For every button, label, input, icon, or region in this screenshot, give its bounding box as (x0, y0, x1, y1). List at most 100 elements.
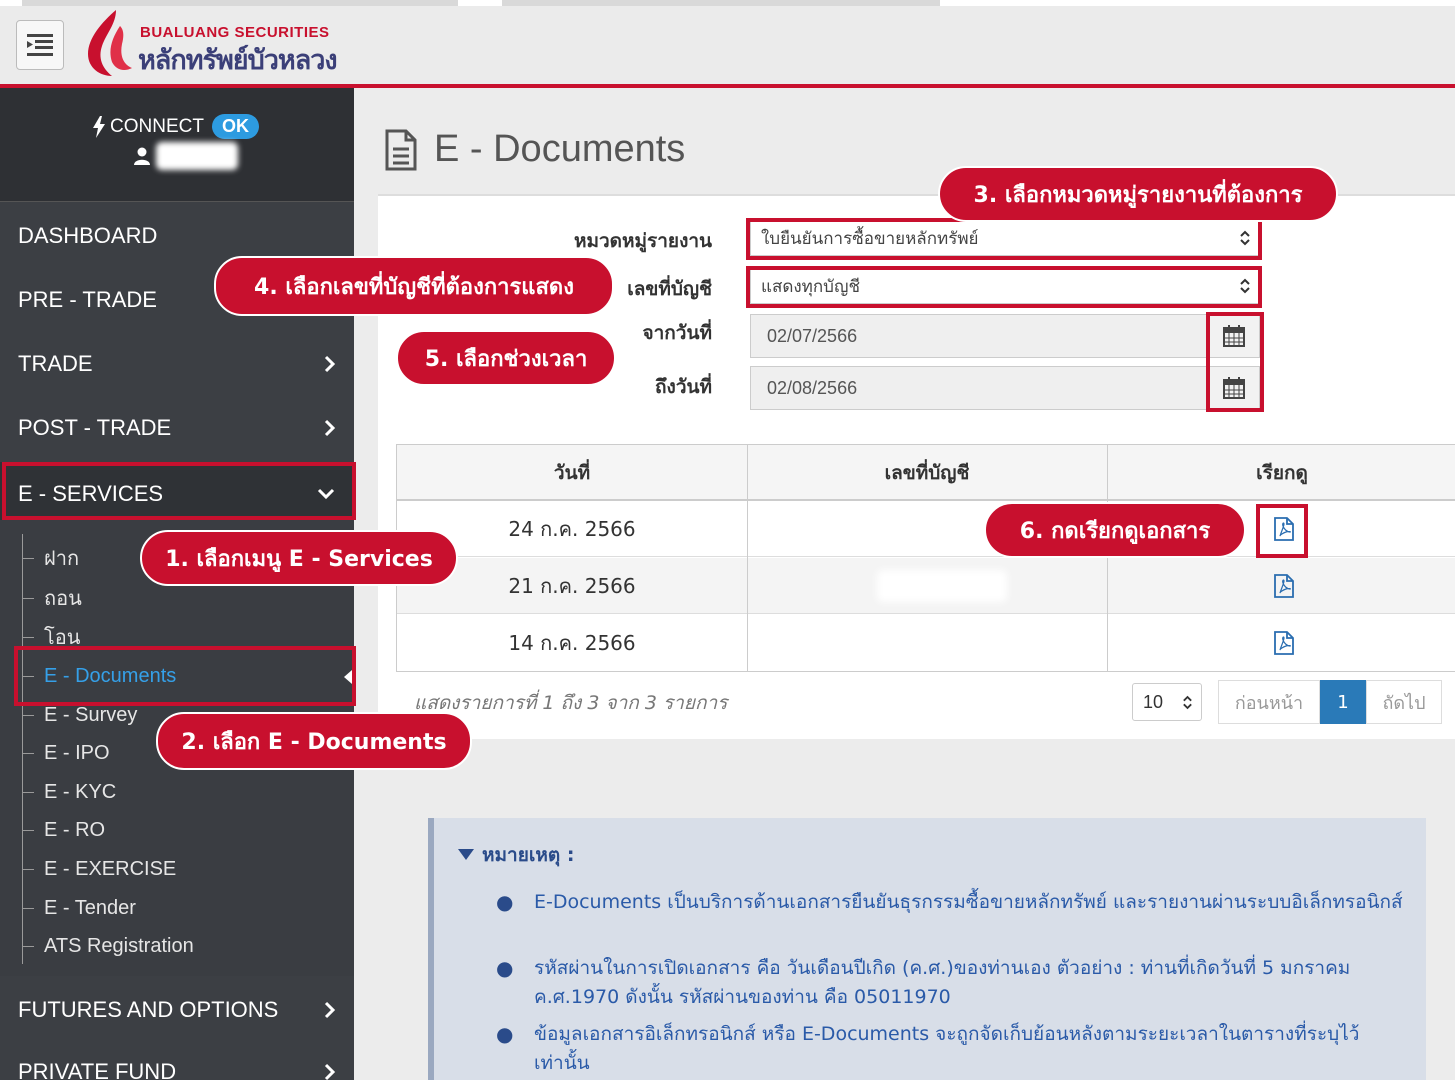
page-size-value: 10 (1143, 691, 1164, 712)
table-row: 14 ก.ค. 2566 (397, 615, 1455, 671)
submenu-withdraw[interactable]: ถอน (22, 580, 82, 616)
note-item: ● ข้อมูลเอกสารอิเล็กทรอนิกส์ หรือ E-Docu… (496, 1020, 1414, 1078)
brand-name-th: หลักทรัพย์บัวหลวง (138, 45, 338, 76)
nav-label: DASHBOARD (18, 223, 158, 248)
submenu-label: E - EXERCISE (44, 857, 177, 880)
ok-badge: OK (211, 114, 259, 139)
tree-tick (22, 945, 34, 947)
caret-down-icon (458, 849, 474, 860)
connect-label: CONNECT (110, 115, 204, 137)
account-number-redacted (877, 570, 1007, 602)
tree-tick (22, 791, 34, 793)
pdf-icon[interactable] (1273, 631, 1295, 655)
username-redacted (156, 142, 238, 170)
brand-logo[interactable]: BUALUANG SECURITIES หลักทรัพย์บัวหลวง (82, 8, 412, 80)
annotation-step-3: 3. เลือกหมวดหมู่รายงานที่ต้องการ (938, 166, 1338, 222)
user-panel: CONNECT OK (0, 88, 354, 202)
account-number-redacted (877, 627, 1007, 659)
note-text: E-Documents เป็นบริการด้านเอกสารยืนยันธุ… (534, 891, 1403, 913)
prev-page-button[interactable]: ก่อนหน้า (1218, 680, 1320, 724)
tree-tick (22, 829, 34, 831)
submenu-e-exercise[interactable]: E - EXERCISE (22, 851, 176, 887)
note-text: ข้อมูลเอกสารอิเล็กทรอนิกส์ หรือ E-Docume… (534, 1023, 1360, 1074)
header-account[interactable]: เลขที่บัญชี (747, 445, 1107, 501)
nav-label: POST - TRADE (18, 415, 172, 440)
note-text: รหัสผ่านในการเปิดเอกสาร คือ วันเดือนปีเก… (534, 957, 1351, 1008)
tree-tick (22, 597, 34, 599)
tree-tick (22, 557, 34, 559)
page-size-select[interactable]: 10 (1132, 683, 1202, 721)
tree-tick (22, 714, 34, 716)
page-title: E - Documents (384, 128, 685, 171)
page-title-text: E - Documents (434, 128, 686, 170)
submenu-label: ถอน (44, 588, 82, 610)
table-header: วันที่ เลขที่บัญชี เรียกดู (397, 445, 1455, 501)
document-icon (385, 129, 417, 170)
note-item: ● รหัสผ่านในการเปิดเอกสาร คือ วันเดือนปี… (496, 954, 1414, 1012)
header-date[interactable]: วันที่ (397, 445, 747, 501)
highlight-category-select (746, 218, 1262, 260)
nav-label: FUTURES AND OPTIONS (18, 997, 279, 1022)
submenu-e-kyc[interactable]: E - KYC (22, 774, 116, 810)
column-divider (1107, 445, 1108, 671)
row-date: 14 ก.ค. 2566 (508, 631, 636, 655)
user-icon (134, 147, 150, 165)
annotation-step-2: 2. เลือก E - Documents (156, 712, 472, 770)
tab-strip-segment (502, 0, 940, 6)
chevron-right-icon (324, 1001, 336, 1019)
table-row: 21 ก.ค. 2566 (397, 558, 1455, 614)
nav-post-trade[interactable]: POST - TRADE (0, 396, 354, 460)
chevron-right-icon (324, 419, 336, 437)
menu-toggle-button[interactable] (16, 20, 64, 70)
chevron-right-icon (324, 1063, 336, 1080)
nav-label: TRADE (18, 351, 93, 376)
notes-box: หมายเหตุ : ● E-Documents เป็นบริการด้านเ… (428, 818, 1426, 1080)
submenu-label: E - IPO (44, 741, 110, 764)
page-1-button[interactable]: 1 (1320, 680, 1366, 724)
nav-private-fund[interactable]: PRIVATE FUND (0, 1040, 354, 1080)
nav-trade[interactable]: TRADE (0, 332, 354, 396)
to-date-input[interactable]: 02/08/2566 (750, 366, 1208, 410)
highlight-pdf-button (1256, 504, 1308, 558)
highlight-account-select (746, 266, 1262, 308)
header-view[interactable]: เรียกดู (1107, 445, 1455, 501)
next-page-button[interactable]: ถัดไป (1366, 680, 1442, 724)
note-item: ● E-Documents เป็นบริการด้านเอกสารยืนยัน… (496, 888, 1414, 917)
bullet-icon: ● (496, 956, 514, 980)
submenu-e-ipo[interactable]: E - IPO (22, 735, 110, 771)
tree-tick (22, 752, 34, 754)
notes-toggle[interactable]: หมายเหตุ : (458, 840, 574, 870)
tree-tick (22, 868, 34, 870)
from-date-input[interactable]: 02/07/2566 (750, 314, 1208, 358)
submenu-label: E - KYC (44, 780, 117, 803)
category-label: หมวดหมู่รายงาน (573, 230, 712, 252)
highlight-e-documents (14, 646, 356, 706)
column-divider (747, 445, 748, 671)
submenu-label: E - RO (44, 818, 106, 841)
lotus-logo-icon (88, 10, 132, 76)
submenu-label: ฝาก (44, 548, 80, 570)
bullet-icon: ● (496, 1022, 514, 1046)
highlight-e-services (2, 462, 356, 520)
annotation-step-6: 6. กดเรียกดูเอกสาร (984, 502, 1246, 558)
annotation-step-1: 1. เลือกเมนู E - Services (140, 530, 458, 586)
nav-label: PRE - TRADE (18, 287, 157, 312)
submenu-label: E - Survey (44, 703, 138, 726)
submenu-label: ATS Registration (44, 934, 194, 957)
tree-tick (22, 636, 34, 638)
nav-futures-and-options[interactable]: FUTURES AND OPTIONS (0, 978, 354, 1042)
top-header: BUALUANG SECURITIES หลักทรัพย์บัวหลวง (0, 0, 1455, 88)
notes-title: หมายเหตุ : (482, 844, 575, 866)
submenu-e-tender[interactable]: E - Tender (22, 890, 136, 926)
tab-strip-segment (22, 0, 458, 6)
annotation-step-4: 4. เลือกเลขที่บัญชีที่ต้องการแสดง (214, 256, 614, 316)
documents-table: วันที่ เลขที่บัญชี เรียกดู 24 ก.ค. 2566 … (396, 444, 1455, 672)
pdf-icon[interactable] (1273, 574, 1295, 598)
tree-tick (22, 907, 34, 909)
annotation-step-5: 5. เลือกช่วงเวลา (396, 330, 616, 386)
submenu-deposit[interactable]: ฝาก (22, 540, 79, 576)
pagination-info: แสดงรายการที่ 1 ถึง 3 จาก 3 รายการ (414, 692, 728, 714)
submenu-e-ro[interactable]: E - RO (22, 812, 105, 848)
submenu-ats-registration[interactable]: ATS Registration (22, 928, 194, 964)
user-info (134, 142, 238, 170)
